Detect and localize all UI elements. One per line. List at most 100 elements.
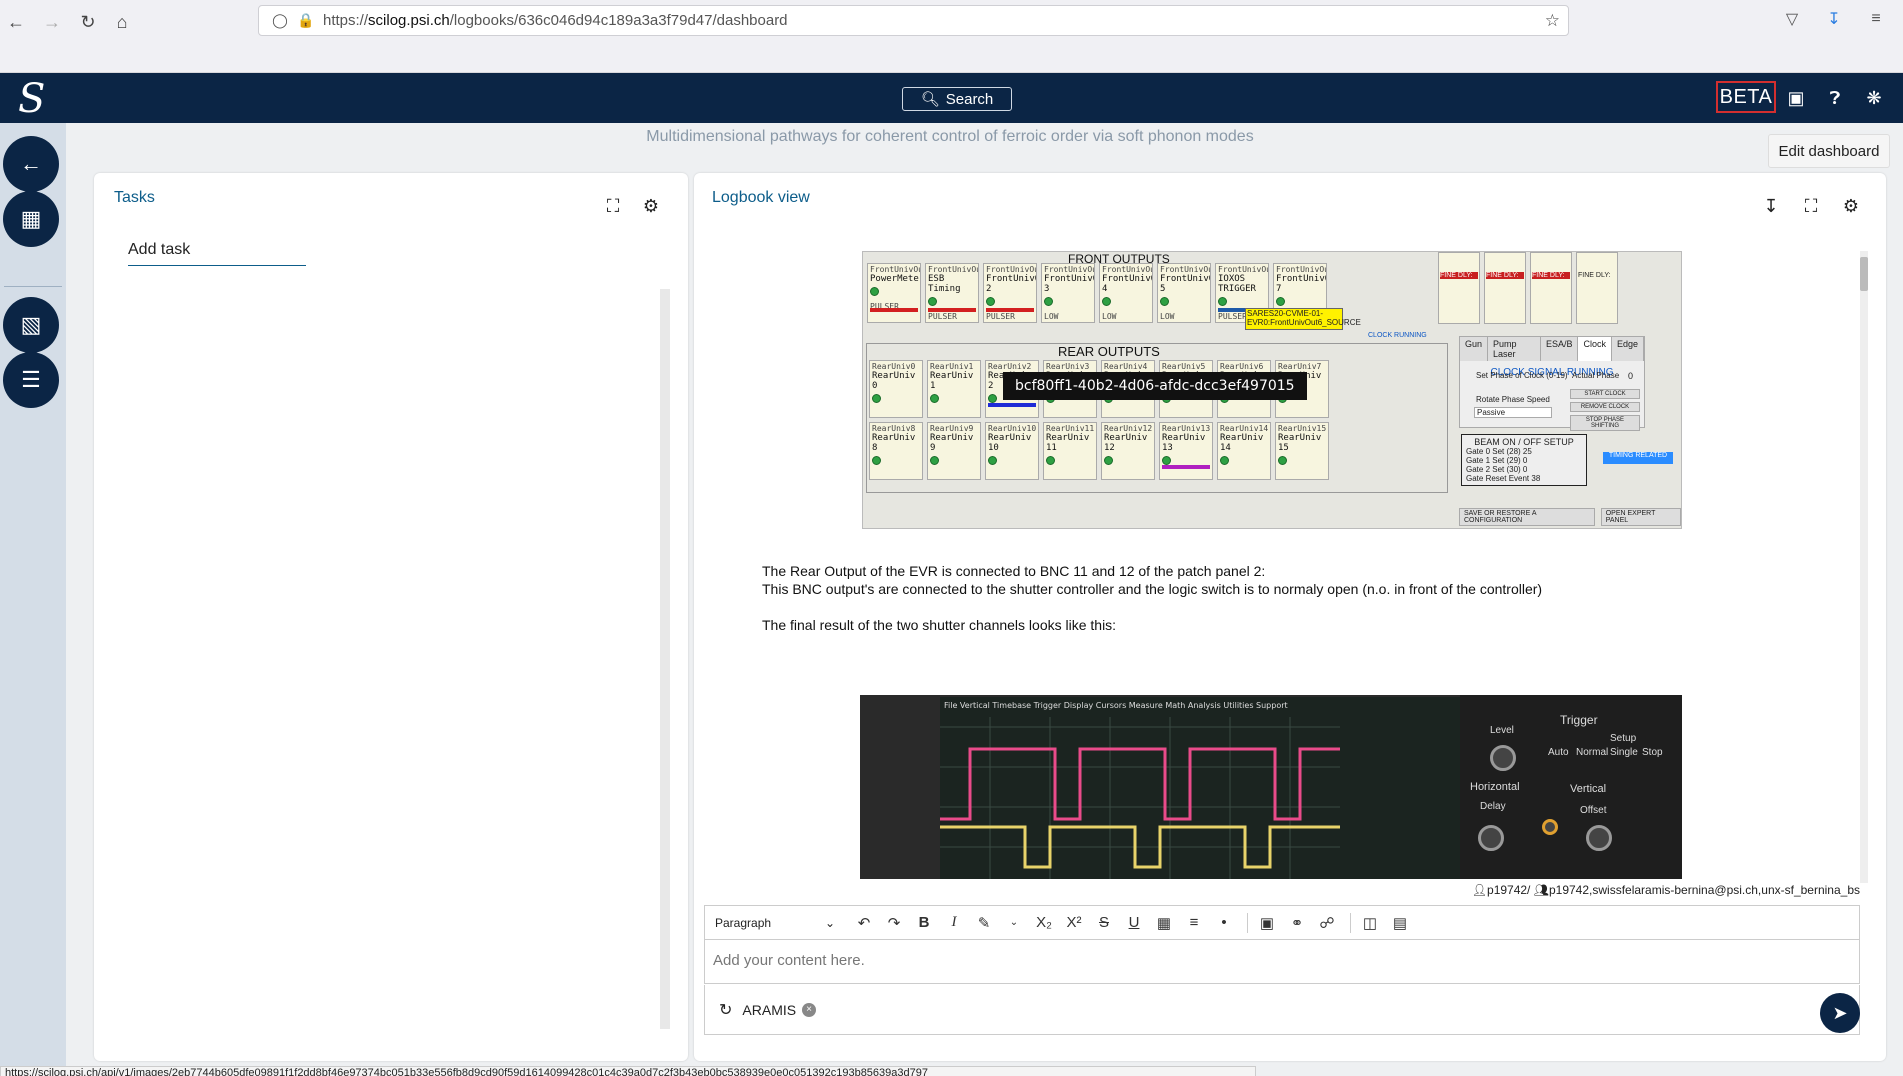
front-output-cell-name: PowerMeter: [870, 274, 921, 284]
image-icon[interactable]: ▣: [1254, 910, 1280, 936]
tasks-scrollbar[interactable]: [660, 289, 670, 1029]
front-output-cell-name: ESB Timing: [928, 274, 961, 294]
evr-screenshot: FRONT OUTPUTS FrontUnivOut0PowerMeterPUL…: [862, 251, 1682, 529]
rear-output-cell-name: RearUniv 1: [930, 371, 974, 391]
front-output-cell-mode: LOW: [1160, 312, 1175, 321]
logbook-title: Logbook view: [712, 189, 810, 206]
url-prefix: https://: [323, 12, 369, 29]
fullscreen-icon[interactable]: ⛶: [602, 195, 624, 217]
clock-action-button[interactable]: STOP PHASE SHIFTING: [1570, 415, 1640, 431]
status-led-icon: [930, 394, 939, 403]
channel-color-bar: [870, 308, 918, 312]
attachment-icon[interactable]: ⚭: [1284, 910, 1310, 936]
rear-output-cell-name: RearUniv 9: [930, 433, 974, 453]
rotate-phase-select[interactable]: Passive: [1474, 407, 1552, 418]
clock-tab[interactable]: Pump Laser: [1488, 337, 1541, 361]
refresh-icon[interactable]: ↻: [719, 1000, 732, 1020]
fullscreen-icon[interactable]: ⛶: [1800, 195, 1822, 217]
tag-chip[interactable]: ARAMIS ×: [742, 1002, 817, 1018]
rear-output-cell: RearUniv1 RearUniv 1: [927, 360, 981, 418]
highlight-chevron-icon[interactable]: ⌄: [1001, 910, 1027, 936]
scope-traces: [940, 717, 1340, 879]
reload-icon[interactable]: ↻: [74, 8, 102, 36]
rear-output-cell-name: RearUniv 15: [1278, 433, 1322, 453]
bulleted-list-icon[interactable]: •: [1211, 910, 1237, 936]
open-expert-button[interactable]: OPEN EXPERT PANEL: [1600, 508, 1681, 526]
clock-tab[interactable]: ESA/B: [1540, 337, 1579, 361]
status-led-icon: [1046, 456, 1055, 465]
gear-icon[interactable]: ⚙: [640, 195, 662, 217]
rear-output-cell-name: RearUniv 0: [872, 371, 916, 391]
undo-icon[interactable]: ↶: [851, 910, 877, 936]
bookmark-star-icon[interactable]: ☆: [1545, 11, 1560, 31]
edit-dashboard-button[interactable]: Edit dashboard: [1768, 134, 1890, 168]
status-led-icon: [1276, 297, 1285, 306]
front-output-cell: FrontUnivOut4FrontUnivOut 4 LOW: [1099, 263, 1153, 323]
logbook-scrollbar[interactable]: [1860, 251, 1868, 883]
user-avatar-icon[interactable]: ❋: [1861, 85, 1887, 111]
download-icon[interactable]: ↧: [1823, 8, 1845, 30]
column-layout-icon[interactable]: ◫: [1357, 910, 1383, 936]
scope-level-label: Level: [1490, 725, 1514, 736]
clock-tab[interactable]: Gun: [1460, 337, 1489, 361]
beta-badge[interactable]: BETA: [1716, 81, 1776, 113]
add-task-input[interactable]: Add task: [128, 241, 306, 266]
rear-output-cell-id: RearUniv5: [1162, 362, 1206, 371]
clock-action-button[interactable]: START CLOCK: [1570, 389, 1640, 399]
search-button[interactable]: 🔍︎ Search: [902, 87, 1012, 111]
gear-icon[interactable]: ⚙: [1840, 195, 1862, 217]
redo-icon[interactable]: ↷: [881, 910, 907, 936]
actual-phase-label: Actual Phase: [1572, 371, 1620, 380]
highlight-icon[interactable]: ✎: [971, 910, 997, 936]
bold-icon[interactable]: B: [911, 910, 937, 936]
rear-output-cell-name: RearUniv 8: [872, 433, 916, 453]
logbook-scroll-thumb[interactable]: [1860, 257, 1868, 291]
home-icon[interactable]: ⌂: [108, 8, 136, 36]
table-icon[interactable]: ▦: [1151, 910, 1177, 936]
level-knob: [1490, 745, 1516, 771]
link-icon[interactable]: ☍: [1314, 910, 1340, 936]
logbook-icon[interactable]: ▧: [3, 297, 59, 353]
fine-delay-label: FINE DLY:: [1486, 272, 1524, 279]
numbered-list-icon[interactable]: ≡: [1181, 910, 1207, 936]
status-led-icon: [986, 297, 995, 306]
tag-remove-icon[interactable]: ×: [802, 1002, 817, 1017]
save-config-button[interactable]: SAVE OR RESTORE A CONFIGURATION: [1459, 508, 1595, 526]
front-output-cell-name: FrontUnivOut 3: [1044, 274, 1094, 294]
dashboard-icon[interactable]: ▦: [3, 191, 59, 247]
table-layout-icon[interactable]: ▤: [1387, 910, 1413, 936]
back-arrow-icon[interactable]: ←: [2, 8, 30, 36]
pocket-icon[interactable]: ▽: [1781, 8, 1803, 30]
front-output-cell-mode: PULSER: [986, 312, 1015, 321]
timing-related-button[interactable]: TIMING RELATED: [1603, 452, 1673, 464]
content-editor[interactable]: Add your content here.: [704, 939, 1860, 984]
task-list-icon[interactable]: ☰: [3, 352, 59, 408]
back-icon[interactable]: ←: [3, 136, 59, 192]
clock-action-button[interactable]: REMOVE CLOCK: [1570, 402, 1640, 412]
front-output-cell-name: FrontUnivOut 2: [986, 274, 1036, 294]
help-icon[interactable]: ❓︎: [1822, 85, 1848, 111]
menu-icon[interactable]: ≡: [1865, 8, 1887, 30]
italic-icon[interactable]: I: [941, 910, 967, 936]
beam-setup-title: BEAM ON / OFF SETUP: [1474, 437, 1574, 447]
forward-arrow-icon[interactable]: →: [38, 8, 66, 36]
status-led-icon: [1104, 456, 1113, 465]
scilog-logo[interactable]: S: [18, 76, 45, 122]
status-led-icon: [1044, 297, 1053, 306]
rear-output-cell: RearUniv12 RearUniv 12: [1101, 422, 1155, 480]
strikethrough-icon[interactable]: S: [1091, 910, 1117, 936]
delay-knob: [1478, 825, 1504, 851]
paragraph-select[interactable]: Paragraph ⌄: [715, 916, 835, 930]
clock-tab[interactable]: Clock: [1578, 337, 1612, 361]
status-led-icon: [870, 287, 879, 296]
front-output-cell-name: FrontUnivOut 7: [1276, 274, 1326, 294]
clock-tab[interactable]: Edge: [1611, 337, 1644, 361]
send-button[interactable]: ➤: [1820, 993, 1860, 1033]
url-bar[interactable]: ◯ 🔒 https://scilog.psi.ch/logbooks/636c0…: [258, 5, 1569, 36]
subscript-icon[interactable]: X₂: [1031, 910, 1057, 936]
underline-icon[interactable]: U: [1121, 910, 1147, 936]
camera-icon[interactable]: ▣: [1783, 85, 1809, 111]
rear-output-cell-id: RearUniv12: [1104, 424, 1153, 433]
download-icon[interactable]: ↧: [1760, 195, 1782, 217]
superscript-icon[interactable]: X²: [1061, 910, 1087, 936]
